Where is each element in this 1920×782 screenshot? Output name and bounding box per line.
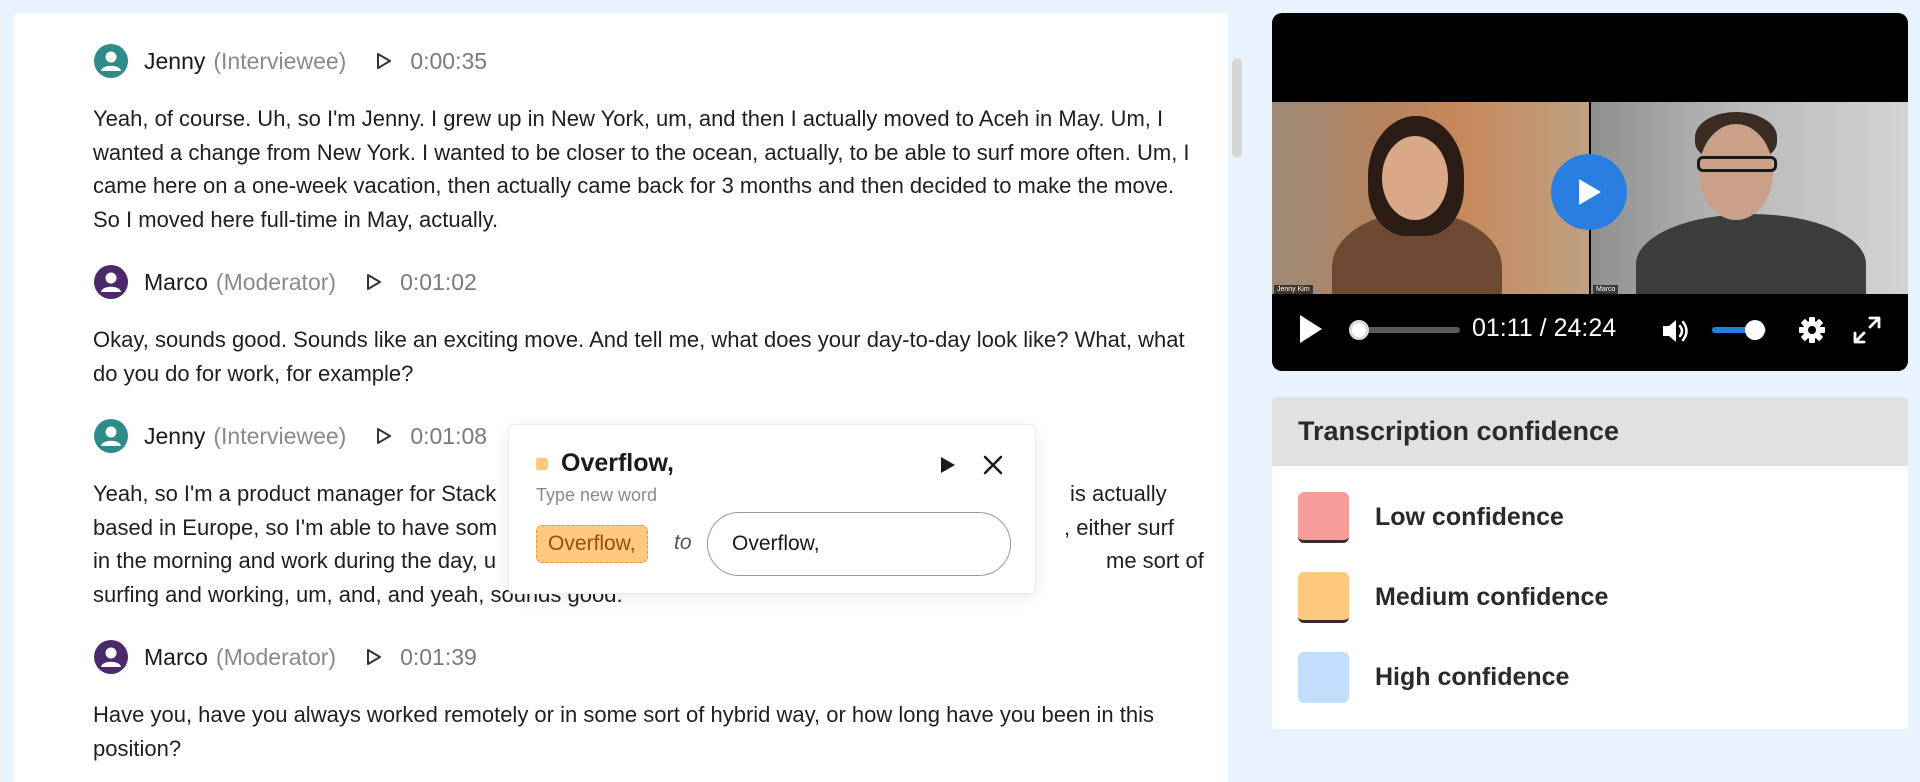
legend-title: Transcription confidence bbox=[1272, 397, 1908, 466]
time-readout: 01:11 / 24:24 bbox=[1472, 314, 1616, 343]
volume-icon[interactable] bbox=[1660, 316, 1692, 346]
transcript-scrollbar[interactable] bbox=[1232, 58, 1242, 158]
play-segment-icon[interactable] bbox=[372, 424, 396, 448]
user-avatar-icon bbox=[94, 419, 128, 453]
speaker-role: (Interviewee) bbox=[213, 47, 347, 74]
legend-item-high: High confidence bbox=[1298, 651, 1570, 703]
segment-line: me sort of bbox=[1106, 548, 1204, 573]
segment-line: based in Europe, so I'm able to have som bbox=[93, 514, 498, 540]
new-word-input[interactable] bbox=[707, 512, 1011, 576]
legend-item-low: Low confidence bbox=[1298, 491, 1564, 543]
time-separator: / bbox=[1539, 314, 1547, 342]
legend-item-medium: Medium confidence bbox=[1298, 571, 1609, 623]
low-confidence-swatch bbox=[1298, 491, 1349, 543]
segment-line: in the morning and work during the day, … bbox=[93, 548, 497, 573]
speaker-name: Jenny bbox=[144, 422, 206, 449]
speaker-row-marco: Marco (Moderator) 0:01:39 bbox=[94, 639, 477, 675]
participant-video-right: Marco bbox=[1591, 102, 1908, 294]
popup-word-title: Overflow, bbox=[561, 449, 674, 477]
volume-slider[interactable] bbox=[1712, 320, 1766, 340]
segment-timestamp[interactable]: 0:01:02 bbox=[400, 269, 477, 296]
speaker-role: (Moderator) bbox=[215, 643, 337, 670]
confidence-legend: Transcription confidence Low confidence … bbox=[1272, 397, 1908, 729]
segment-timestamp[interactable]: 0:00:35 bbox=[410, 48, 487, 75]
user-avatar-icon bbox=[94, 640, 128, 674]
speaker-row-marco: Marco (Moderator) 0:01:02 bbox=[94, 264, 477, 300]
gear-icon[interactable] bbox=[1797, 315, 1827, 345]
high-confidence-swatch bbox=[1298, 651, 1349, 703]
segment-timestamp[interactable]: 0:01:39 bbox=[400, 644, 477, 671]
word-edit-popup: Overflow, Type new word Overflow, to bbox=[508, 424, 1036, 594]
legend-label: High confidence bbox=[1375, 662, 1570, 691]
speaker-name: Marco bbox=[144, 268, 208, 295]
original-word-chip: Overflow, bbox=[536, 525, 648, 563]
duration: 24:24 bbox=[1553, 314, 1617, 342]
transcript-panel: Jenny (Interviewee) 0:00:35 Yeah, of cou… bbox=[14, 13, 1228, 782]
video-controls: 01:11 / 24:24 bbox=[1272, 292, 1908, 371]
segment-line: is actually bbox=[1070, 481, 1167, 506]
segment-text: Yeah, of course. Uh, so I'm Jenny. I gre… bbox=[93, 106, 1190, 232]
segment-line: , either surf bbox=[1064, 514, 1175, 540]
participant-video-left: Jenny Kim bbox=[1272, 102, 1589, 294]
speaker-row-jenny: Jenny (Interviewee) 0:00:35 bbox=[94, 43, 487, 79]
play-segment-icon[interactable] bbox=[372, 49, 396, 73]
speaker-name: Marco bbox=[144, 643, 208, 670]
segment-text: Okay, sounds good. Sounds like an exciti… bbox=[93, 327, 1185, 386]
legend-label: Medium confidence bbox=[1375, 582, 1609, 611]
speaker-row-jenny: Jenny (Interviewee) 0:01:08 bbox=[94, 418, 487, 454]
popup-hint: Type new word bbox=[536, 485, 658, 505]
popup-to-label: to bbox=[674, 531, 692, 554]
segment-text: Have you, have you always worked remotel… bbox=[93, 702, 1155, 761]
play-segment-icon[interactable] bbox=[362, 270, 386, 294]
seek-handle[interactable] bbox=[1349, 320, 1370, 340]
user-avatar-icon bbox=[94, 265, 128, 299]
medium-confidence-swatch bbox=[1298, 571, 1349, 623]
play-icon[interactable] bbox=[1298, 314, 1326, 346]
speaker-role: (Interviewee) bbox=[213, 422, 347, 449]
play-word-icon[interactable] bbox=[935, 452, 961, 478]
close-icon[interactable] bbox=[979, 451, 1007, 479]
current-time: 01:11 bbox=[1472, 314, 1533, 342]
speaker-role: (Moderator) bbox=[215, 268, 337, 295]
play-overlay-button[interactable] bbox=[1551, 154, 1627, 230]
fullscreen-icon[interactable] bbox=[1852, 315, 1882, 345]
confidence-swatch bbox=[536, 458, 548, 470]
play-segment-icon[interactable] bbox=[362, 645, 386, 669]
legend-label: Low confidence bbox=[1375, 502, 1564, 531]
volume-handle[interactable] bbox=[1745, 320, 1766, 340]
segment-timestamp[interactable]: 0:01:08 bbox=[410, 423, 487, 450]
speaker-name: Jenny bbox=[144, 47, 206, 74]
seek-bar[interactable] bbox=[1349, 320, 1460, 340]
user-avatar-icon bbox=[94, 44, 128, 78]
segment-line: Yeah, so I'm a product manager for Stack bbox=[93, 481, 497, 506]
